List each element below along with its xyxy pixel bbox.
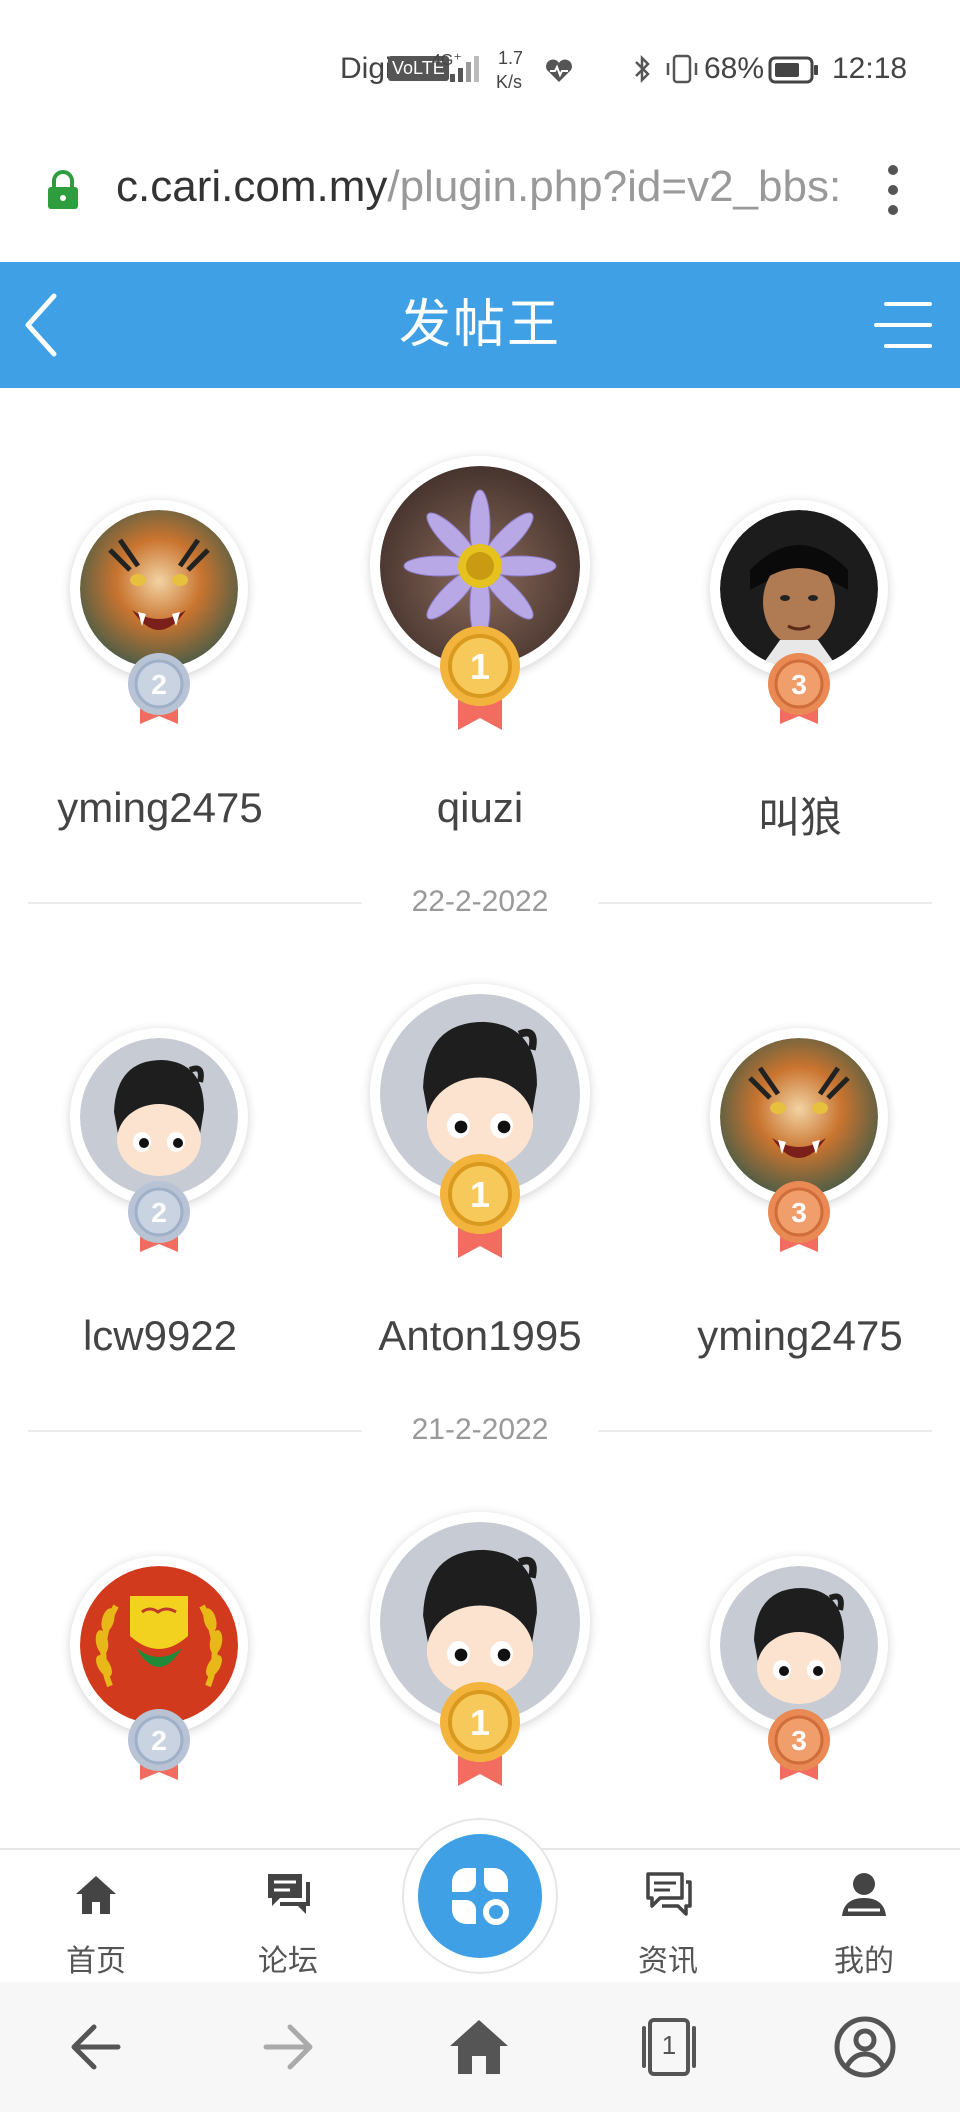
username: Anton1995 [378, 1312, 582, 1359]
center-apps-button[interactable] [418, 1834, 542, 1958]
nav-label: 资讯 [638, 1945, 698, 1978]
more-options-icon[interactable] [886, 164, 900, 216]
winner-second[interactable]: 2 lcw9922 [0, 916, 320, 1359]
rank-number: 2 [151, 669, 167, 700]
winner-second[interactable]: 2 [0, 1444, 320, 1848]
status-bar: Digi VoLTE 4G⁺ 1.7 K/s 68% 12:18 [0, 0, 960, 140]
podium-day-2: 2 lcw9922 1 Anton1995 3 yming2475 [0, 916, 960, 1359]
podium-day-3: 2 1 3 [0, 1444, 960, 1848]
gold-medal-icon: 1 [440, 1682, 520, 1786]
speed-value: 1.7 [498, 48, 524, 68]
rank-number: 3 [791, 1197, 807, 1228]
news-icon [646, 1872, 692, 1916]
bluetooth-icon [635, 54, 650, 84]
username: lcw9922 [82, 1312, 238, 1359]
browser-account-icon[interactable] [830, 2012, 900, 2082]
winner-first[interactable]: 1 Anton1995 [320, 916, 640, 1359]
browser-tabs-button[interactable]: 1 [634, 2012, 704, 2082]
rank-number: 1 [470, 646, 490, 687]
ranking-list: 2 yming2475 1 qiuzi 3 叫狼 22-2-2022 2 lcw… [0, 388, 960, 1848]
browser-back-icon[interactable] [62, 2012, 132, 2082]
nav-label: 论坛 [258, 1945, 318, 1978]
rank-number: 3 [791, 1725, 807, 1756]
home-icon [76, 1876, 116, 1914]
avatar-emblem [80, 1566, 238, 1724]
carrier-label: Digi [340, 52, 392, 85]
rank-number: 1 [470, 1174, 490, 1215]
url-host: c.cari.com.my [116, 162, 388, 211]
nav-item-profile[interactable]: 我的 [804, 1850, 924, 1984]
silver-medal-icon: 2 [128, 653, 190, 724]
battery-percent: 68% [704, 52, 765, 85]
battery-icon [768, 56, 818, 84]
browser-forward-icon[interactable] [252, 2012, 322, 2082]
username: 叫狼 [757, 794, 842, 841]
browser-home-icon[interactable] [444, 2012, 514, 2082]
winner-first[interactable]: 1 qiuzi [320, 388, 640, 831]
lock-icon [48, 170, 78, 209]
clock: 12:18 [832, 52, 908, 85]
winner-third[interactable]: 3 yming2475 [640, 916, 960, 1359]
app-bottom-nav: 首页 论坛 资讯 我的 [0, 1818, 960, 1984]
divider-line [598, 1430, 932, 1432]
winner-first[interactable]: 1 [320, 1444, 640, 1848]
heart-rate-icon [546, 59, 572, 82]
winner-third[interactable]: 3 叫狼 [640, 388, 960, 841]
avatar-portrait [720, 510, 878, 668]
url-text[interactable]: c.cari.com.my/plugin.php?id=v2_bbs: [116, 162, 846, 212]
username: qiuzi [436, 784, 524, 831]
avatar-default [80, 1038, 238, 1196]
forum-icon [268, 1874, 310, 1914]
profile-icon [842, 1873, 886, 1916]
bronze-medal-icon: 3 [768, 1181, 830, 1252]
silver-medal-icon: 2 [128, 1709, 190, 1780]
page-title: 发帖王 [398, 296, 561, 354]
avatar-tiger [80, 510, 238, 668]
divider-line [598, 902, 932, 904]
app-header: 发帖王 [0, 262, 960, 388]
rank-number: 2 [151, 1197, 167, 1228]
gold-medal-icon: 1 [440, 626, 520, 730]
browser-url-bar[interactable]: c.cari.com.my/plugin.php?id=v2_bbs: [0, 140, 960, 262]
bronze-medal-icon: 3 [768, 653, 830, 724]
avatar-default [720, 1566, 878, 1724]
menu-icon[interactable] [872, 294, 934, 356]
url-path: /plugin.php?id=v2_bbs: [387, 162, 842, 211]
signal-icon [450, 56, 479, 82]
gold-medal-icon: 1 [440, 1154, 520, 1258]
username: yming2475 [57, 784, 263, 831]
winner-third[interactable]: 3 [640, 1444, 960, 1848]
podium-day-1: 2 yming2475 1 qiuzi 3 叫狼 [0, 388, 960, 841]
apps-icon [452, 1868, 509, 1925]
rank-number: 2 [151, 1725, 167, 1756]
rank-number: 1 [470, 1702, 490, 1743]
nav-item-forum[interactable]: 论坛 [228, 1850, 348, 1984]
nav-label: 首页 [66, 1945, 126, 1978]
nav-item-news[interactable]: 资讯 [608, 1850, 728, 1984]
nav-item-home[interactable]: 首页 [36, 1850, 156, 1984]
rank-number: 3 [791, 669, 807, 700]
browser-bottom-nav: 1 [0, 1982, 960, 2112]
tab-count: 1 [661, 2030, 677, 2060]
silver-medal-icon: 2 [128, 1181, 190, 1252]
nav-label: 我的 [834, 1945, 894, 1978]
username: yming2475 [697, 1312, 903, 1359]
bronze-medal-icon: 3 [768, 1709, 830, 1780]
avatar-tiger [720, 1038, 878, 1196]
winner-second[interactable]: 2 yming2475 [0, 388, 320, 831]
speed-unit: K/s [496, 72, 523, 92]
vibrate-icon [666, 54, 698, 84]
